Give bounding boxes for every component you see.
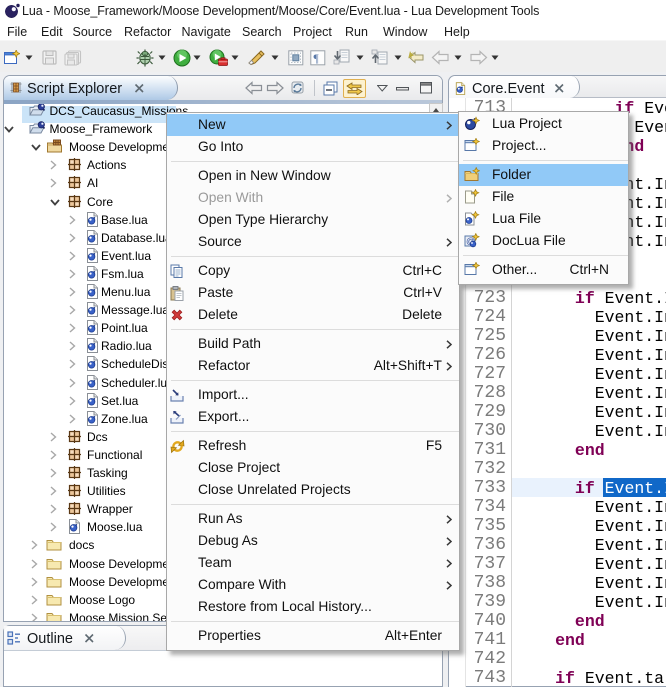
svg-text:¶: ¶ bbox=[314, 53, 320, 65]
